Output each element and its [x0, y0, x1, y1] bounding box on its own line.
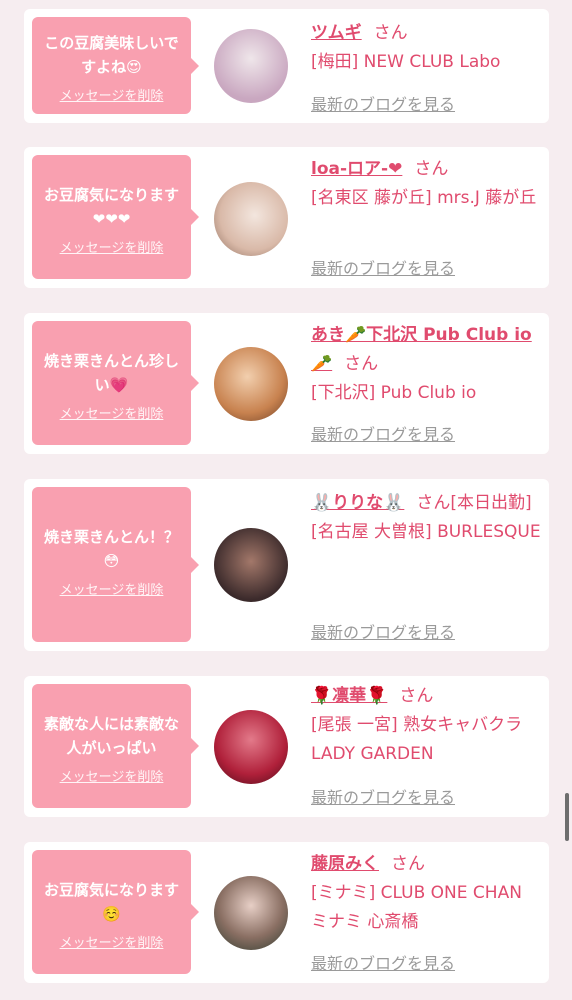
honorific: さん: [391, 854, 425, 874]
message-bubble: お豆腐気になります☺️ メッセージを削除: [32, 850, 199, 974]
shop-name: [梅田] NEW CLUB Labo: [311, 52, 501, 72]
latest-blog-link[interactable]: 最新のブログを見る: [311, 784, 455, 808]
profile-name-link[interactable]: 🐰りりな🐰: [311, 493, 404, 513]
honorific: さん: [344, 354, 379, 374]
message-text: 焼き栗きんとん珍しい💗: [43, 352, 179, 394]
latest-blog-link[interactable]: 最新のブログを見る: [311, 255, 455, 279]
message-text: この豆腐美味しいですよね😍: [44, 34, 179, 76]
message-card: お豆腐気になります❤❤❤ メッセージを削除 loa-ロア-❤ さん [名東区 藤が…: [24, 147, 549, 288]
avatar[interactable]: [214, 876, 288, 950]
message-text: お豆腐気になります❤❤❤: [43, 186, 179, 228]
honorific: さん: [414, 159, 449, 179]
delete-message-link[interactable]: メッセージを削除: [32, 579, 191, 598]
message-bubble: 素敵な人には素敵な人がいっぱい メッセージを削除: [32, 684, 199, 808]
scrollbar[interactable]: [565, 793, 569, 841]
shop-name: [尾張 一宮] 熟女キャバクラ LADY GARDEN: [311, 715, 523, 764]
message-text: お豆腐気になります☺️: [43, 881, 179, 923]
latest-blog-link[interactable]: 最新のブログを見る: [311, 421, 455, 445]
profile-info: あき🥕下北沢 Pub Club io🥕 さん [下北沢] Pub Club io: [311, 321, 543, 408]
profile-info: 藤原みく さん [ミナミ] CLUB ONE CHAN ミナミ 心斎橋: [311, 850, 543, 937]
message-card: 焼き栗きんとん！？😳 メッセージを削除 🐰りりな🐰 さん[本日出勤] [名古屋 大…: [24, 479, 549, 651]
avatar[interactable]: [214, 182, 288, 256]
honorific: さん[本日出勤]: [416, 493, 532, 513]
profile-info: 🌹凛華🌹 さん [尾張 一宮] 熟女キャバクラ LADY GARDEN: [311, 682, 543, 769]
latest-blog-link[interactable]: 最新のブログを見る: [311, 619, 455, 643]
delete-message-link[interactable]: メッセージを削除: [32, 237, 191, 256]
message-card: お豆腐気になります☺️ メッセージを削除 藤原みく さん [ミナミ] CLUB O…: [24, 842, 549, 983]
message-bubble: 焼き栗きんとん！？😳 メッセージを削除: [32, 487, 199, 642]
profile-name-link[interactable]: 🌹凛華🌹: [311, 686, 387, 706]
shop-name: [ミナミ] CLUB ONE CHAN ミナミ 心斎橋: [311, 883, 522, 932]
shop-name: [名東区 藤が丘] mrs.J 藤が丘: [311, 188, 537, 208]
shop-name: [名古屋 大曽根] BURLESQUE: [311, 522, 541, 542]
message-bubble: この豆腐美味しいですよね😍 メッセージを削除: [32, 17, 199, 114]
message-text: 素敵な人には素敵な人がいっぱい: [43, 715, 179, 757]
profile-name-link[interactable]: loa-ロア-❤: [311, 159, 402, 179]
delete-message-link[interactable]: メッセージを削除: [32, 932, 191, 951]
message-text: 焼き栗きんとん！？😳: [43, 528, 179, 570]
profile-name-link[interactable]: 藤原みく: [311, 854, 379, 874]
avatar[interactable]: [214, 528, 288, 602]
message-card: 素敵な人には素敵な人がいっぱい メッセージを削除 🌹凛華🌹 さん [尾張 一宮] …: [24, 676, 549, 817]
profile-name-link[interactable]: ツムギ: [311, 23, 362, 43]
message-card: 焼き栗きんとん珍しい💗 メッセージを削除 あき🥕下北沢 Pub Club io🥕…: [24, 313, 549, 454]
latest-blog-link[interactable]: 最新のブログを見る: [311, 950, 455, 974]
honorific: さん: [399, 686, 434, 706]
profile-info: ツムギ さん [梅田] NEW CLUB Labo: [311, 19, 543, 77]
avatar[interactable]: [214, 710, 288, 784]
avatar[interactable]: [214, 347, 288, 421]
delete-message-link[interactable]: メッセージを削除: [32, 403, 191, 422]
delete-message-link[interactable]: メッセージを削除: [32, 85, 191, 104]
message-card: この豆腐美味しいですよね😍 メッセージを削除 ツムギ さん [梅田] NEW CL…: [24, 9, 549, 123]
message-bubble: 焼き栗きんとん珍しい💗 メッセージを削除: [32, 321, 199, 445]
profile-info: loa-ロア-❤ さん [名東区 藤が丘] mrs.J 藤が丘: [311, 155, 543, 213]
honorific: さん: [373, 23, 408, 43]
shop-name: [下北沢] Pub Club io: [311, 383, 477, 403]
avatar[interactable]: [214, 29, 288, 103]
latest-blog-link[interactable]: 最新のブログを見る: [311, 91, 455, 115]
profile-info: 🐰りりな🐰 さん[本日出勤] [名古屋 大曽根] BURLESQUE: [311, 489, 543, 547]
delete-message-link[interactable]: メッセージを削除: [32, 766, 191, 785]
message-bubble: お豆腐気になります❤❤❤ メッセージを削除: [32, 155, 199, 279]
